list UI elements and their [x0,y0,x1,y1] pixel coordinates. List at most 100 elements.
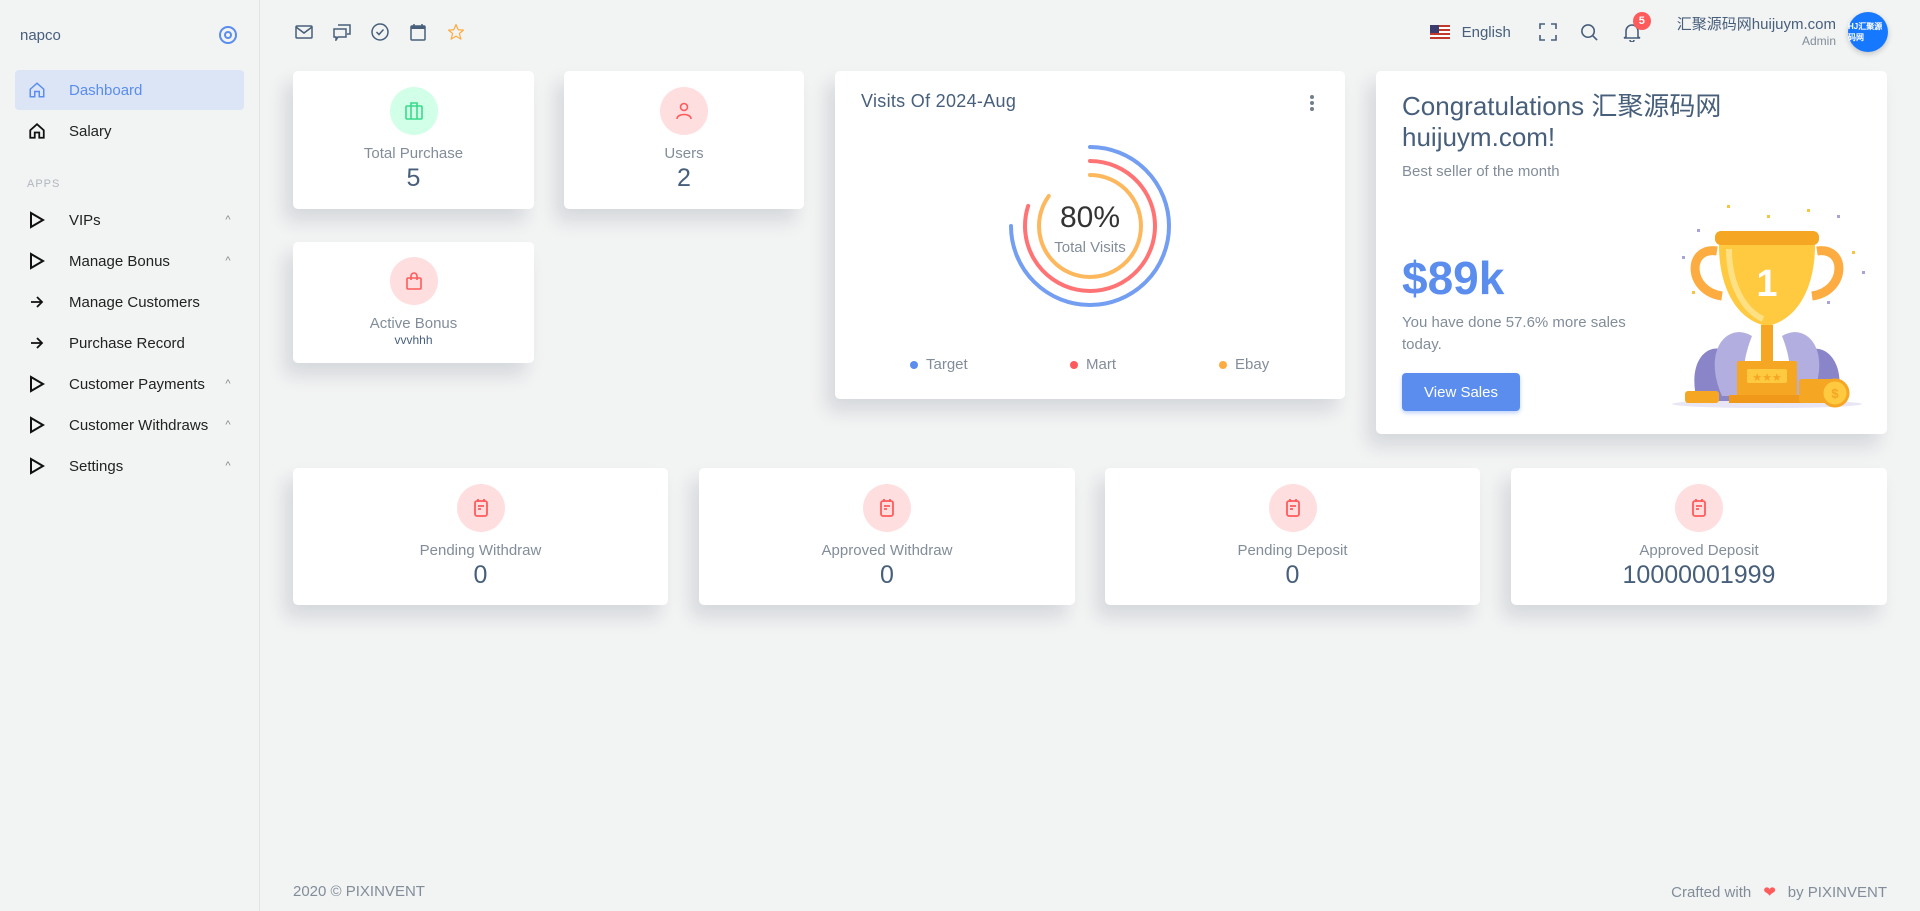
brand: napco [0,0,259,70]
chevron-up-icon[interactable]: ^ [222,460,234,472]
sidebar-item-dashboard[interactable]: Dashboard [15,70,244,110]
avatar[interactable]: HJ汇聚源码网 [1848,12,1888,52]
clipboard-icon [1675,484,1723,532]
legend-item-ebay[interactable]: Ebay [1219,356,1269,373]
sidebar-nav: Dashboard Salary [0,70,259,151]
sidebar-item-label: Manage Bonus [69,252,170,270]
stat-value: 0 [880,561,894,589]
chart-title: Visits Of 2024-Aug [861,91,1017,111]
sales-amount: $89k [1402,252,1505,304]
clipboard-icon [863,484,911,532]
language-label: English [1461,23,1511,41]
stat-value: 5 [406,164,421,192]
quick-links [295,23,465,41]
stat-value: 10000001999 [1622,561,1776,589]
stat-value: 0 [473,561,488,589]
triangle-right-icon [27,456,47,476]
brand-name[interactable]: napco [20,27,61,44]
briefcase-icon [389,87,438,135]
arrow-right-icon [27,333,47,353]
chart-center-label: Total Visits [1054,239,1126,256]
check-circle-icon[interactable] [371,23,389,41]
clipboard-icon [1268,484,1317,532]
search-icon[interactable] [1579,21,1601,43]
mail-icon[interactable] [295,23,313,41]
visits-chart-card: Visits Of 2024-Aug 80% Total Visits Targ… [835,71,1345,399]
user-info: 汇聚源码网huijuym.com Admin [1677,16,1836,48]
stat-value: vvvhhh [394,333,433,347]
stat-label: Active Bonus [369,315,458,332]
sidebar-item-salary[interactable]: Salary [15,111,244,151]
chevron-up-icon[interactable]: ^ [222,419,234,431]
fullscreen-icon[interactable] [1537,21,1559,43]
total-purchase-card: Total Purchase 5 [293,71,534,209]
legend-label: Mart [1086,356,1116,373]
sidebar-item-manage-customers[interactable]: Manage Customers [15,282,244,322]
sidebar-item-purchase-record[interactable]: Purchase Record [15,323,244,363]
congratulations-card: Congratulations 汇聚源码网 huijuym.com! Best … [1376,71,1887,434]
legend-dot [1070,360,1078,369]
svg-text:★★★: ★★★ [1752,371,1782,384]
sidebar-apps-nav: VIPs ^ Manage Bonus ^ Manage Customers P… [0,200,259,486]
sidebar-toggle-icon[interactable] [219,26,237,44]
arrow-right-icon [27,292,47,312]
legend-label: Ebay [1235,356,1270,373]
user-icon [660,87,708,135]
stat-label: Users [664,145,704,162]
sidebar-item-label: Dashboard [69,81,143,99]
active-bonus-card: Active Bonus vvvhhh [293,242,534,363]
stat-label: Total Purchase [363,145,464,162]
clipboard-icon [456,484,505,532]
calendar-icon[interactable] [409,23,427,41]
home-icon [27,121,47,141]
more-vertical-icon[interactable] [1309,95,1315,111]
sidebar-item-settings[interactable]: Settings ^ [15,446,244,486]
legend-item-mart[interactable]: Mart [1070,356,1116,373]
sidebar-item-manage-bonus[interactable]: Manage Bonus ^ [15,241,244,281]
stat-label: Pending Deposit [1237,542,1348,559]
chevron-up-icon[interactable]: ^ [222,214,234,226]
approved-deposit-card: Approved Deposit 10000001999 [1511,468,1887,605]
chevron-up-icon[interactable]: ^ [222,255,234,267]
home-icon [27,80,47,100]
pending-deposit-card: Pending Deposit 0 [1105,468,1480,605]
heart-icon: ❤ [1763,884,1776,901]
svg-text:1: 1 [1756,263,1777,305]
user-name: 汇聚源码网huijuym.com [1676,16,1836,33]
sidebar-item-label: Purchase Record [69,334,185,352]
star-icon[interactable] [447,23,465,41]
chat-icon[interactable] [333,23,351,41]
sidebar-item-label: Settings [69,457,124,475]
triangle-right-icon [27,415,47,435]
stat-label: Pending Withdraw [419,542,542,559]
triangle-right-icon [27,251,47,271]
svg-text:$: $ [1831,386,1839,401]
users-card: Users 2 [564,71,804,209]
view-sales-button[interactable]: View Sales [1402,373,1520,411]
language-dropdown[interactable]: English [1429,23,1511,41]
sales-description: You have done 57.6% more sales today. [1402,314,1626,353]
sidebar-item-vips[interactable]: VIPs ^ [15,200,244,240]
us-flag-icon [1429,25,1450,39]
chevron-up-icon[interactable]: ^ [222,378,234,390]
congrats-subtitle: Best seller of the month [1402,163,1560,180]
legend-dot [910,360,918,369]
top-navbar: English 5 汇聚源码网huijuym.com Admin HJ汇聚源码网 [261,0,1920,64]
user-dropdown[interactable]: 汇聚源码网huijuym.com Admin HJ汇聚源码网 [1677,12,1888,52]
triangle-right-icon [27,374,47,394]
legend-dot [1219,360,1227,369]
footer-credit: Crafted with ❤ by PIXINVENT [1671,883,1887,902]
sidebar-item-customer-payments[interactable]: Customer Payments ^ [15,364,244,404]
chart-center-value: 80% [1059,201,1121,234]
notification-count-badge: 5 [1632,12,1651,30]
shopping-bag-icon [389,257,438,305]
stat-value: 2 [677,164,691,192]
sidebar-item-customer-withdraws[interactable]: Customer Withdraws ^ [15,405,244,445]
footer-credit-prefix: Crafted with [1671,883,1752,901]
legend-item-target[interactable]: Target [910,356,968,373]
notification-bell[interactable]: 5 [1621,12,1651,43]
sidebar-item-label: Customer Payments [69,375,205,393]
congrats-title: Congratulations 汇聚源码网 huijuym.com! [1402,91,1722,152]
triangle-right-icon [27,210,47,230]
sidebar: napco Dashboard Salary APPS VIPs ^ Manag… [0,0,260,911]
